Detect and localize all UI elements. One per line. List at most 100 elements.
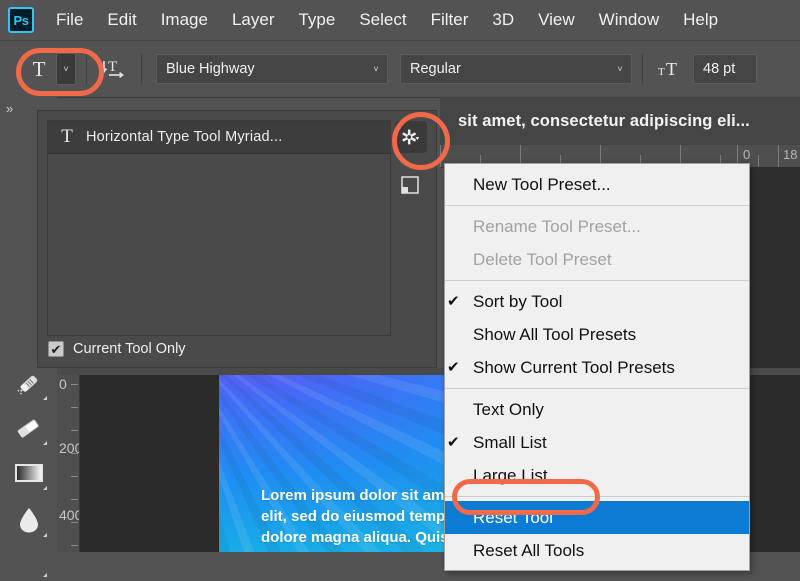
menu-item-reset-tool[interactable]: Reset Tool: [445, 501, 749, 534]
menu-item-reset-all-tools[interactable]: Reset All Tools: [445, 534, 749, 567]
menu-item-filter[interactable]: Filter: [419, 8, 481, 32]
menu-item-label: Delete Tool Preset: [473, 249, 612, 269]
menu-item-label: Text Only: [473, 399, 544, 419]
menu-item-edit[interactable]: Edit: [95, 8, 148, 32]
menu-separator: [445, 205, 749, 206]
font-style-select[interactable]: Regular ˅: [400, 54, 632, 84]
menu-item-label: Large List: [473, 465, 548, 485]
menu-separator: [445, 388, 749, 389]
gear-icon[interactable]: [395, 121, 427, 153]
menu-item-text-only[interactable]: Text Only: [445, 393, 749, 426]
tool-preset-label: Horizontal Type Tool Myriad...: [86, 129, 283, 145]
font-size-input[interactable]: 48 pt: [693, 54, 757, 84]
menu-item-large-list[interactable]: Large List: [445, 459, 749, 492]
svg-text:T: T: [658, 66, 665, 78]
chevron-down-icon[interactable]: ˅: [609, 64, 631, 74]
canvas-right-filler: [750, 167, 800, 368]
eraser-tool-icon[interactable]: [8, 407, 50, 449]
menu-item-delete-tool-preset: Delete Tool Preset: [445, 243, 749, 276]
font-family-select[interactable]: Blue Highway ˅: [156, 54, 388, 84]
divider: [86, 54, 87, 84]
document-tab[interactable]: sit amet, consectetur adipiscing eli...: [440, 112, 750, 131]
panel-menu-button-wrap: [395, 121, 427, 153]
menu-bar: Ps File Edit Image Layer Type Select Fil…: [0, 0, 800, 40]
photoshop-window: Ps File Edit Image Layer Type Select Fil…: [0, 0, 800, 577]
photoshop-logo: Ps: [8, 7, 34, 33]
font-size-icon: T T: [653, 58, 693, 80]
menu-item-show-current-tool-presets[interactable]: ✔ Show Current Tool Presets: [445, 351, 749, 384]
options-bar: T ˅ T Blue Highway ˅ Regular ˅ T T 48 pt: [0, 40, 800, 98]
menu-item-new-tool-preset[interactable]: New Tool Preset...: [445, 168, 749, 201]
hruler-label-0: 0: [743, 147, 751, 162]
eraser-glyph: [17, 419, 39, 438]
menu-item-label: Sort by Tool: [473, 291, 563, 311]
tool-group-indicator: [43, 486, 47, 490]
canvas-text-line: elit, sed do eiusmod temp: [261, 508, 446, 525]
vruler-label-2: 400: [59, 507, 79, 523]
menu-item-small-list[interactable]: ✔ Small List: [445, 426, 749, 459]
font-size-glyph: T T: [658, 59, 677, 79]
tool-presets-panel: T Horizontal Type Tool Myriad... ✔ Curre…: [37, 110, 437, 368]
menu-item-label: Reset All Tools: [473, 540, 585, 560]
current-tool-only-row[interactable]: ✔ Current Tool Only: [48, 341, 186, 357]
menu-item-window[interactable]: Window: [587, 8, 671, 32]
type-tool-icon[interactable]: T: [22, 53, 56, 85]
svg-text:T: T: [666, 59, 677, 79]
menu-item-3d[interactable]: 3D: [480, 8, 526, 32]
new-preset-icon[interactable]: [398, 173, 422, 197]
type-tool-icon: T: [61, 126, 73, 147]
tool-group-indicator: [43, 573, 47, 577]
canvas-text-block: Lorem ipsum dolor sit am elit, sed do ei…: [261, 485, 449, 548]
panel-context-menu[interactable]: New Tool Preset... Rename Tool Preset...…: [444, 163, 750, 571]
tool-preset-picker[interactable]: T ˅: [22, 53, 76, 85]
canvas-text-line: dolore magna aliqua. Quis: [261, 529, 449, 546]
gear-glyph: [402, 129, 420, 145]
menu-item-help[interactable]: Help: [671, 8, 730, 32]
menu-item-rename-tool-preset: Rename Tool Preset...: [445, 210, 749, 243]
document-tab-bar: sit amet, consectetur adipiscing eli...: [440, 97, 800, 146]
menu-separator: [445, 496, 749, 497]
new-preset-glyph: [401, 176, 419, 194]
gradient-tool-icon[interactable]: [8, 452, 50, 494]
text-orientation-icon[interactable]: T: [97, 54, 131, 84]
check-icon: ✔: [447, 434, 460, 451]
blur-droplet-glyph: [20, 508, 38, 533]
menu-item-select[interactable]: Select: [347, 8, 418, 32]
divider: [141, 54, 142, 84]
hruler-label-1: 18: [783, 147, 798, 162]
font-family-value: Blue Highway: [166, 61, 255, 77]
blur-tool-icon[interactable]: [8, 499, 50, 541]
tool-group-indicator: [43, 533, 47, 537]
healing-brush-glyph: [17, 375, 38, 395]
tool-group-indicator: [43, 441, 47, 445]
font-style-value: Regular: [410, 61, 461, 77]
menu-item-file[interactable]: File: [44, 8, 95, 32]
menu-item-label: Small List: [473, 432, 547, 452]
tool-presets-list[interactable]: T Horizontal Type Tool Myriad...: [47, 120, 391, 336]
menu-item-layer[interactable]: Layer: [220, 8, 287, 32]
menu-item-label: Show All Tool Presets: [473, 324, 637, 344]
current-tool-only-checkbox[interactable]: ✔: [48, 341, 64, 357]
chevron-down-icon[interactable]: ˅: [56, 53, 76, 85]
menu-item-view[interactable]: View: [526, 8, 587, 32]
vertical-ruler[interactable]: 0 200 400: [57, 375, 80, 552]
menu-item-sort-by-tool[interactable]: ✔ Sort by Tool: [445, 285, 749, 318]
gradient-glyph: [15, 464, 43, 482]
menu-item-type[interactable]: Type: [286, 8, 347, 32]
menu-item-show-all-tool-presets[interactable]: Show All Tool Presets: [445, 318, 749, 351]
canvas-text-line: Lorem ipsum dolor sit am: [261, 487, 445, 504]
svg-text:T: T: [108, 59, 117, 75]
menu-item-image[interactable]: Image: [149, 8, 220, 32]
tool-group-indicator: [43, 396, 47, 400]
dodge-tool-icon[interactable]: [8, 539, 50, 581]
check-icon: ✔: [447, 293, 460, 310]
menu-separator: [445, 280, 749, 281]
menu-item-label: New Tool Preset...: [473, 174, 611, 194]
chevron-down-icon[interactable]: ˅: [365, 64, 387, 74]
healing-brush-tool-icon[interactable]: [8, 362, 50, 404]
tool-preset-item[interactable]: T Horizontal Type Tool Myriad...: [48, 121, 390, 154]
menu-item-label: Reset Tool: [473, 507, 554, 527]
menu-item-label: Rename Tool Preset...: [473, 216, 641, 236]
font-size-value: 48 pt: [703, 61, 736, 77]
text-orientation-glyph: T: [101, 59, 124, 79]
